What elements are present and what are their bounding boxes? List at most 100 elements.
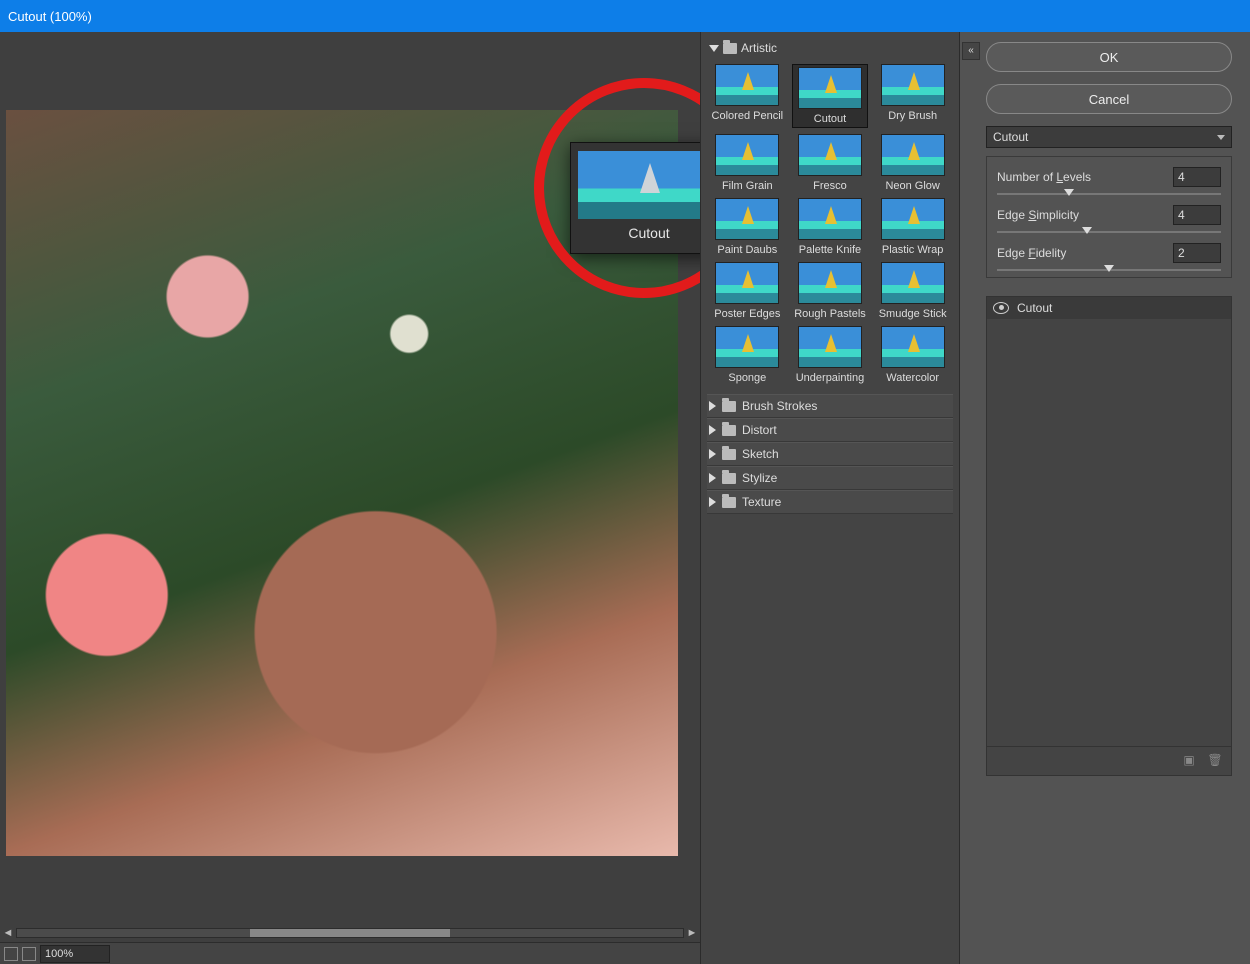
param-input[interactable]	[1173, 205, 1221, 225]
category-label: Artistic	[741, 41, 777, 55]
filter-thumbnail	[715, 262, 779, 304]
new-layer-icon[interactable]: ▣	[1181, 753, 1197, 769]
cancel-button[interactable]: Cancel	[986, 84, 1232, 114]
filter-select-value: Cutout	[993, 130, 1028, 144]
filter-label: Underpainting	[792, 372, 869, 384]
category-artistic-header[interactable]: Artistic	[707, 38, 953, 58]
filter-item-rough-pastels[interactable]: Rough Pastels	[792, 262, 869, 320]
collapse-panel-button[interactable]: «	[962, 42, 980, 60]
effect-layers-footer: ▣ 🗑	[987, 746, 1231, 775]
param-label: Edge Simplicity	[997, 208, 1079, 222]
workspace: Cutout ◄ ► Artistic Colored Pencil Cutout…	[0, 32, 1250, 964]
parameters-pane: « OK Cancel Cutout Number of Levels Edge …	[960, 32, 1250, 964]
category-stylize-header[interactable]: Stylize	[707, 466, 953, 490]
param-row-2: Edge Fidelity	[997, 243, 1221, 263]
param-row-0: Number of Levels	[997, 167, 1221, 187]
zoom-input[interactable]	[40, 945, 110, 963]
folder-icon	[722, 425, 736, 436]
filter-thumbnail	[715, 134, 779, 176]
filter-item-paint-daubs[interactable]: Paint Daubs	[709, 198, 786, 256]
category-brush-strokes-header[interactable]: Brush Strokes	[707, 394, 953, 418]
param-input[interactable]	[1173, 167, 1221, 187]
filter-parameters-box: Number of Levels Edge Simplicity Edge Fide…	[986, 156, 1232, 278]
filter-item-watercolor[interactable]: Watercolor	[874, 326, 951, 384]
filter-thumbnail	[798, 134, 862, 176]
slider-knob-icon[interactable]	[1082, 227, 1092, 234]
ok-button[interactable]: OK	[986, 42, 1232, 72]
filter-item-film-grain[interactable]: Film Grain	[709, 134, 786, 192]
filter-label: Cutout	[795, 113, 866, 125]
param-slider[interactable]	[997, 231, 1221, 233]
filter-thumbnail	[881, 134, 945, 176]
category-label: Stylize	[742, 471, 777, 485]
visibility-eye-icon[interactable]	[993, 302, 1009, 314]
param-row-1: Edge Simplicity	[997, 205, 1221, 225]
window-title: Cutout (100%)	[8, 9, 92, 24]
filter-label: Palette Knife	[792, 244, 869, 256]
filter-thumbnail-grid: Colored Pencil Cutout Dry Brush Film Grain F…	[707, 58, 953, 394]
filter-item-colored-pencil[interactable]: Colored Pencil	[709, 64, 786, 128]
filter-label: Neon Glow	[874, 180, 951, 192]
folder-icon	[722, 497, 736, 508]
filter-item-neon-glow[interactable]: Neon Glow	[874, 134, 951, 192]
filter-thumbnail	[881, 262, 945, 304]
filter-thumbnail	[715, 326, 779, 368]
category-distort-header[interactable]: Distort	[707, 418, 953, 442]
preview-pane: Cutout ◄ ►	[0, 32, 700, 964]
folder-icon	[722, 401, 736, 412]
filter-item-palette-knife[interactable]: Palette Knife	[792, 198, 869, 256]
enlarged-thumbnail-tooltip: Cutout	[570, 142, 700, 254]
filter-item-fresco[interactable]: Fresco	[792, 134, 869, 192]
effect-layers-panel: Cutout ▣ 🗑	[986, 296, 1232, 776]
disclosure-triangle-icon	[709, 425, 716, 435]
filter-thumbnail	[715, 198, 779, 240]
filter-item-underpainting[interactable]: Underpainting	[792, 326, 869, 384]
filter-select[interactable]: Cutout	[986, 126, 1232, 148]
effect-layer-label: Cutout	[1017, 301, 1052, 315]
scroll-left-icon[interactable]: ◄	[0, 925, 16, 941]
folder-icon	[723, 43, 737, 54]
filter-label: Smudge Stick	[874, 308, 951, 320]
preview-bottombar	[0, 942, 700, 964]
enlarged-thumbnail-caption: Cutout	[571, 225, 700, 241]
scroll-thumb[interactable]	[250, 929, 450, 937]
filter-item-poster-edges[interactable]: Poster Edges	[709, 262, 786, 320]
filter-label: Poster Edges	[709, 308, 786, 320]
preview-horizontal-scrollbar[interactable]: ◄ ►	[0, 924, 700, 942]
fit-screen-button[interactable]	[4, 947, 18, 961]
filter-item-plastic-wrap[interactable]: Plastic Wrap	[874, 198, 951, 256]
filter-item-dry-brush[interactable]: Dry Brush	[874, 64, 951, 128]
scroll-right-icon[interactable]: ►	[684, 925, 700, 941]
filter-item-sponge[interactable]: Sponge	[709, 326, 786, 384]
param-slider[interactable]	[997, 193, 1221, 195]
effect-layer-row[interactable]: Cutout	[987, 297, 1231, 319]
filter-thumbnail	[798, 262, 862, 304]
param-input[interactable]	[1173, 243, 1221, 263]
filter-gallery-pane: Artistic Colored Pencil Cutout Dry Brush Fi…	[700, 32, 960, 964]
chevron-down-icon	[1217, 135, 1225, 140]
category-label: Sketch	[742, 447, 779, 461]
category-sketch-header[interactable]: Sketch	[707, 442, 953, 466]
delete-layer-icon[interactable]: 🗑	[1207, 753, 1223, 769]
folder-icon	[722, 473, 736, 484]
enlarged-thumbnail-image	[578, 151, 700, 219]
filter-label: Sponge	[709, 372, 786, 384]
filter-label: Rough Pastels	[792, 308, 869, 320]
slider-knob-icon[interactable]	[1064, 189, 1074, 196]
filter-label: Film Grain	[709, 180, 786, 192]
filter-thumbnail	[798, 198, 862, 240]
filter-item-smudge-stick[interactable]: Smudge Stick	[874, 262, 951, 320]
category-texture-header[interactable]: Texture	[707, 490, 953, 514]
scroll-track[interactable]	[16, 928, 684, 938]
slider-knob-icon[interactable]	[1104, 265, 1114, 272]
filter-label: Plastic Wrap	[874, 244, 951, 256]
preview-viewport[interactable]: Cutout	[0, 32, 700, 924]
filter-item-cutout[interactable]: Cutout	[792, 64, 869, 128]
category-label: Brush Strokes	[742, 399, 817, 413]
filter-label: Fresco	[792, 180, 869, 192]
actual-pixels-button[interactable]	[22, 947, 36, 961]
folder-icon	[722, 449, 736, 460]
filter-label: Colored Pencil	[709, 110, 786, 122]
filter-label: Paint Daubs	[709, 244, 786, 256]
param-label: Number of Levels	[997, 170, 1091, 184]
